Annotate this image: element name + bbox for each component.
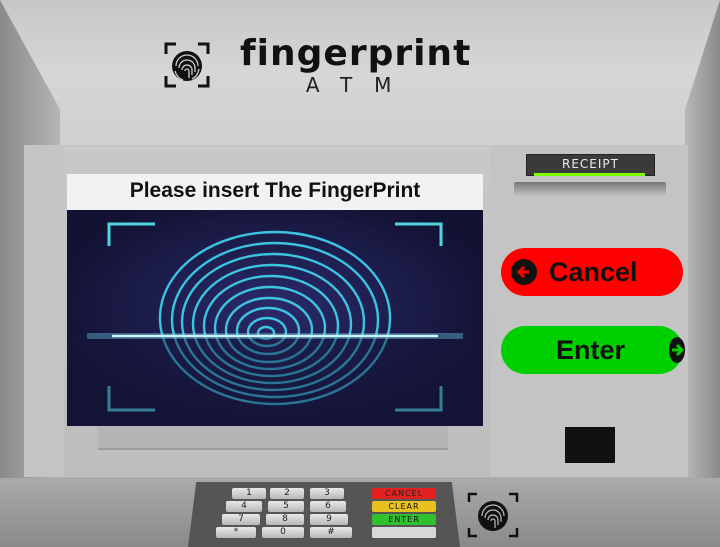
brand-header: fingerprint ATM (162, 34, 471, 104)
key-3[interactable]: 3 (310, 488, 344, 499)
cancel-button[interactable]: Cancel (501, 248, 683, 296)
atm-machine: fingerprint ATM Please insert The Finger… (0, 0, 720, 547)
card-slot (98, 426, 448, 450)
fingerprint-scanner-icon[interactable] (465, 490, 521, 540)
brand-title: fingerprint (240, 33, 472, 74)
cash-dispenser (565, 427, 615, 463)
key-1[interactable]: 1 (232, 488, 266, 499)
receipt-indicator (534, 173, 645, 176)
brand-subtitle: ATM (305, 73, 414, 97)
key-8[interactable]: 8 (266, 514, 304, 525)
fingerprint-logo-icon (164, 42, 210, 88)
fingerprint-scan-image (67, 210, 483, 426)
key-9[interactable]: 9 (310, 514, 348, 525)
key-5[interactable]: 5 (268, 501, 304, 512)
key-hash[interactable]: # (310, 527, 352, 538)
key-7[interactable]: 7 (222, 514, 260, 525)
screen-prompt: Please insert The FingerPrint (67, 174, 483, 210)
keypad-cancel-key[interactable]: CANCEL (372, 488, 436, 499)
arrow-left-icon (511, 259, 537, 285)
receipt-printer: RECEIPT (514, 150, 666, 200)
cancel-button-label: Cancel (549, 256, 638, 287)
key-2[interactable]: 2 (270, 488, 304, 499)
receipt-slot (514, 182, 666, 196)
key-0[interactable]: 0 (262, 527, 304, 538)
key-star[interactable]: * (216, 527, 256, 538)
arrow-right-icon (669, 337, 686, 363)
keypad-blank-key[interactable] (372, 527, 436, 538)
keypad-enter-key[interactable]: ENTER (372, 514, 436, 525)
enter-button-label: Enter (556, 334, 626, 365)
keypad-clear-key[interactable]: CLEAR (372, 501, 436, 512)
enter-button[interactable]: Enter (501, 326, 686, 374)
key-4[interactable]: 4 (226, 501, 262, 512)
key-6[interactable]: 6 (310, 501, 346, 512)
